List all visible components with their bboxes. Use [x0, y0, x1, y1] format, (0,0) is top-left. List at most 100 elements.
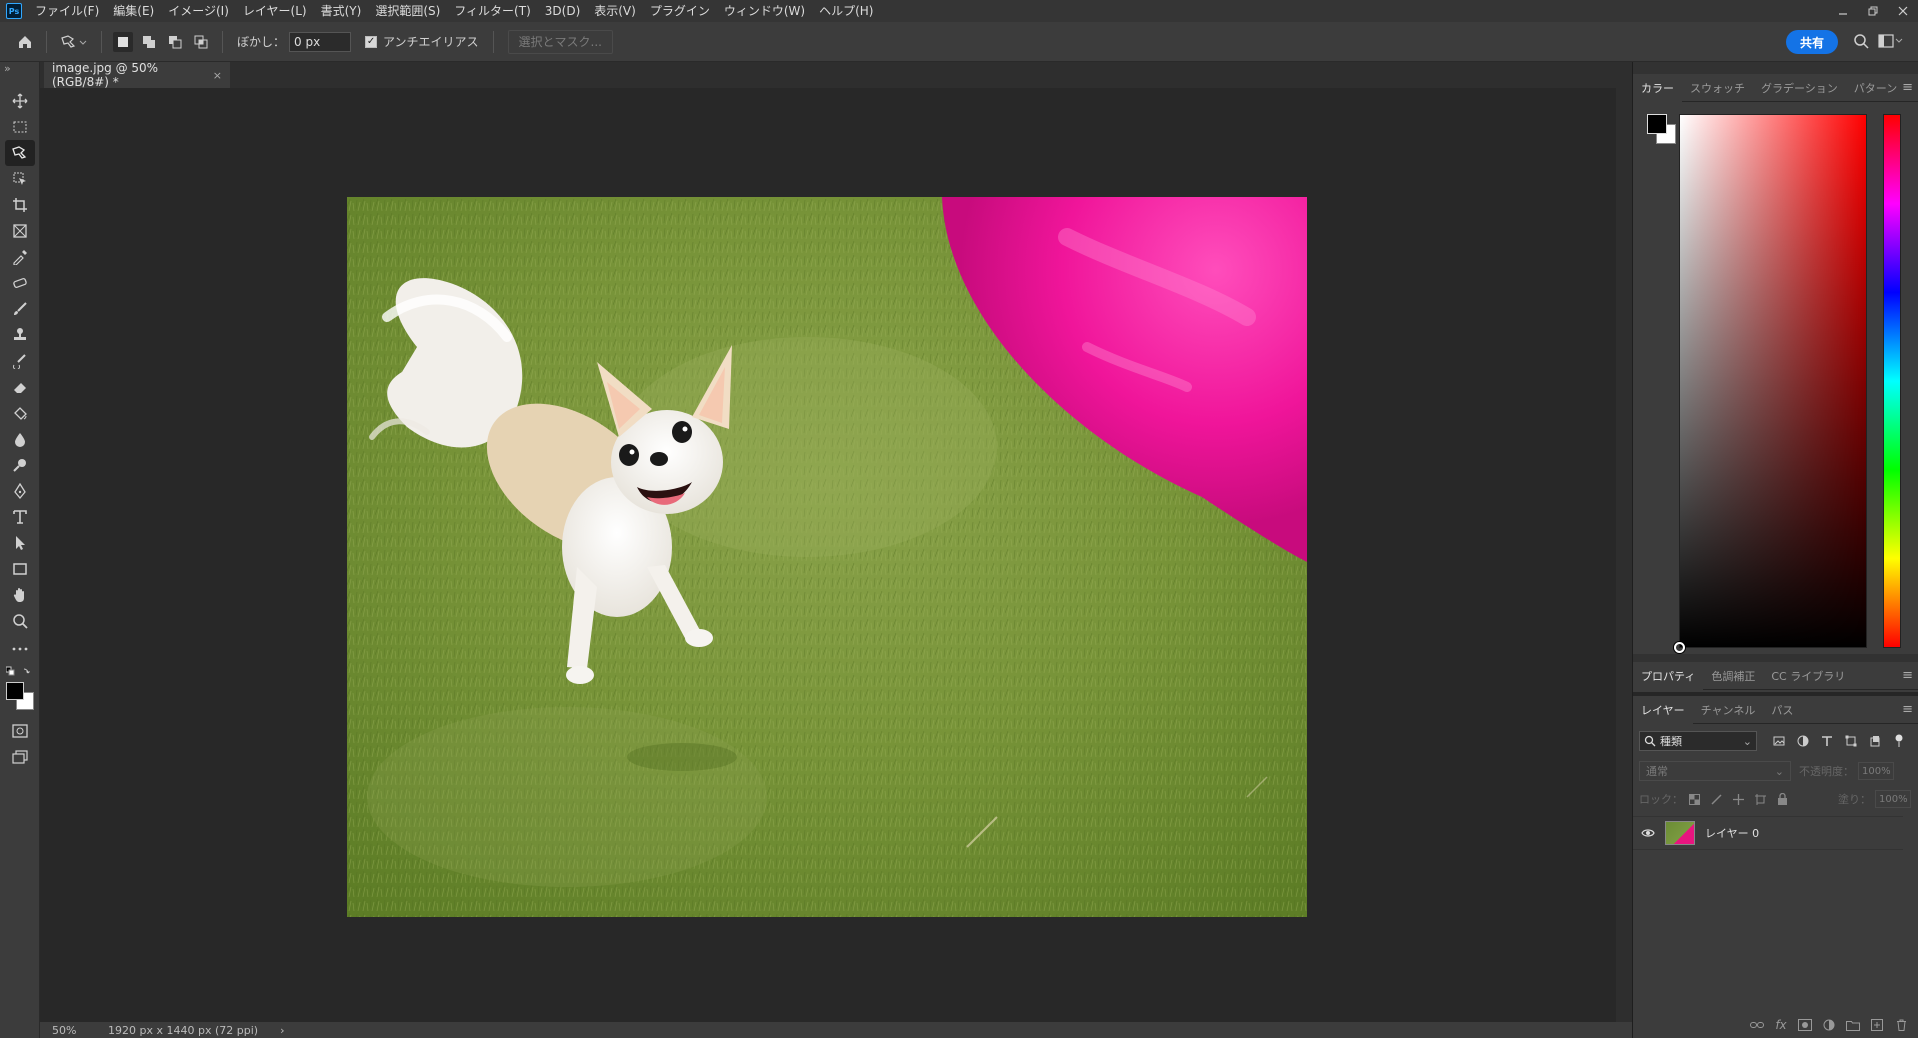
- antialias-checkbox[interactable]: ✓: [365, 35, 378, 48]
- pixel-filter-icon[interactable]: [1767, 731, 1791, 751]
- lock-image-pixels-icon[interactable]: [1705, 790, 1727, 808]
- layer-row[interactable]: レイヤー 0: [1633, 816, 1903, 850]
- history-brush-tool-icon[interactable]: [5, 348, 35, 374]
- lock-position-icon[interactable]: [1727, 790, 1749, 808]
- menu-view[interactable]: 表示(V): [587, 0, 643, 22]
- close-window-button[interactable]: [1888, 0, 1918, 22]
- toolbox-collapse-icon[interactable]: »: [4, 62, 11, 75]
- share-button[interactable]: 共有: [1785, 30, 1838, 54]
- link-layers-icon[interactable]: [1745, 1014, 1769, 1036]
- frame-tool-icon[interactable]: [5, 218, 35, 244]
- tab-swatches[interactable]: スウォッチ: [1682, 74, 1753, 102]
- tab-cc-libraries[interactable]: CC ライブラリ: [1763, 662, 1853, 690]
- menu-file[interactable]: ファイル(F): [28, 0, 106, 22]
- menu-window[interactable]: ウィンドウ(W): [717, 0, 812, 22]
- tab-layers[interactable]: レイヤー: [1633, 695, 1693, 724]
- add-to-selection-icon[interactable]: [139, 32, 159, 52]
- eyedropper-tool-icon[interactable]: [5, 244, 35, 270]
- menu-edit[interactable]: 編集(E): [106, 0, 161, 22]
- menu-filter[interactable]: フィルター(T): [447, 0, 537, 22]
- tab-paths[interactable]: パス: [1763, 696, 1801, 724]
- new-selection-icon[interactable]: [113, 31, 133, 52]
- lasso-tool-preset-icon[interactable]: [55, 29, 93, 55]
- add-mask-icon[interactable]: [1793, 1014, 1817, 1036]
- new-layer-icon[interactable]: [1865, 1014, 1889, 1036]
- blur-tool-icon[interactable]: [5, 426, 35, 452]
- move-tool-icon[interactable]: [5, 88, 35, 114]
- color-picker-field[interactable]: [1674, 114, 1867, 653]
- lock-transparent-pixels-icon[interactable]: [1683, 790, 1705, 808]
- color-panel-menu-icon[interactable]: ≡: [1902, 80, 1913, 95]
- type-filter-icon[interactable]: [1815, 731, 1839, 751]
- crop-tool-icon[interactable]: [5, 192, 35, 218]
- lock-artboard-icon[interactable]: [1749, 790, 1771, 808]
- menu-type[interactable]: 書式(Y): [314, 0, 369, 22]
- canvas-area[interactable]: [40, 88, 1616, 1022]
- rectangle-tool-icon[interactable]: [5, 556, 35, 582]
- tab-color[interactable]: カラー: [1633, 73, 1682, 102]
- brush-tool-icon[interactable]: [5, 296, 35, 322]
- healing-brush-tool-icon[interactable]: [5, 270, 35, 296]
- type-tool-icon[interactable]: [5, 504, 35, 530]
- properties-panel-menu-icon[interactable]: ≡: [1902, 668, 1913, 683]
- paint-bucket-tool-icon[interactable]: [5, 400, 35, 426]
- menu-select[interactable]: 選択範囲(S): [368, 0, 447, 22]
- workspace-icon[interactable]: [1876, 28, 1906, 54]
- menu-plugins[interactable]: プラグイン: [643, 0, 717, 22]
- document-image[interactable]: [347, 197, 1307, 917]
- status-menu-arrow[interactable]: ›: [280, 1024, 284, 1037]
- foreground-color[interactable]: [1647, 114, 1667, 134]
- layer-effects-icon[interactable]: fx: [1769, 1014, 1793, 1036]
- menu-3d[interactable]: 3D(D): [538, 0, 587, 22]
- hue-slider[interactable]: [1883, 114, 1901, 648]
- adjustment-layer-icon[interactable]: [1817, 1014, 1841, 1036]
- more-tools-icon[interactable]: [5, 636, 35, 662]
- intersect-selection-icon[interactable]: [191, 32, 211, 52]
- adjustment-filter-icon[interactable]: [1791, 731, 1815, 751]
- tab-adjustments[interactable]: 色調補正: [1703, 662, 1763, 690]
- foreground-background-swatch[interactable]: [6, 682, 36, 712]
- vertical-scrollbar[interactable]: [1616, 88, 1632, 1022]
- clone-stamp-tool-icon[interactable]: [5, 322, 35, 348]
- home-icon[interactable]: [12, 29, 38, 55]
- object-selection-tool-icon[interactable]: [5, 166, 35, 192]
- new-group-icon[interactable]: [1841, 1014, 1865, 1036]
- tab-gradients[interactable]: グラデーション: [1753, 74, 1846, 102]
- search-icon[interactable]: [1848, 28, 1874, 54]
- color-picker-cursor[interactable]: [1674, 642, 1685, 653]
- quick-mask-icon[interactable]: [5, 718, 35, 744]
- shape-filter-icon[interactable]: [1839, 731, 1863, 751]
- close-document-icon[interactable]: ×: [213, 69, 222, 82]
- dodge-tool-icon[interactable]: [5, 452, 35, 478]
- opacity-input[interactable]: 100%: [1858, 762, 1894, 780]
- smart-object-filter-icon[interactable]: [1863, 731, 1887, 751]
- hand-tool-icon[interactable]: [5, 582, 35, 608]
- blend-mode-select[interactable]: 通常 ⌄: [1639, 761, 1791, 781]
- pen-tool-icon[interactable]: [5, 478, 35, 504]
- lasso-tool-icon[interactable]: [5, 140, 35, 166]
- delete-layer-icon[interactable]: [1889, 1014, 1913, 1036]
- menu-image[interactable]: イメージ(I): [161, 0, 236, 22]
- eye-icon[interactable]: [1637, 828, 1659, 838]
- screen-mode-icon[interactable]: [5, 744, 35, 770]
- eraser-tool-icon[interactable]: [5, 374, 35, 400]
- feather-input[interactable]: [289, 31, 352, 52]
- default-colors-icon[interactable]: [5, 666, 34, 678]
- tab-properties[interactable]: プロパティ: [1633, 661, 1704, 690]
- tab-channels[interactable]: チャンネル: [1693, 696, 1764, 724]
- color-panel-swatches[interactable]: [1647, 114, 1677, 146]
- path-selection-tool-icon[interactable]: [5, 530, 35, 556]
- select-and-mask-button[interactable]: 選択とマスク...: [507, 29, 613, 54]
- layers-panel-menu-icon[interactable]: ≡: [1902, 702, 1913, 717]
- subtract-from-selection-icon[interactable]: [165, 32, 185, 52]
- lock-all-icon[interactable]: [1771, 790, 1793, 808]
- layer-kind-filter[interactable]: 種類 ⌄: [1639, 731, 1757, 751]
- menu-help[interactable]: ヘルプ(H): [812, 0, 880, 22]
- zoom-tool-icon[interactable]: [5, 608, 35, 634]
- zoom-level[interactable]: 50%: [52, 1024, 90, 1037]
- filter-toggle-icon[interactable]: [1887, 731, 1911, 751]
- restore-button[interactable]: [1858, 0, 1888, 22]
- document-tab[interactable]: image.jpg @ 50% (RGB/8#) * ×: [44, 61, 230, 89]
- tab-patterns[interactable]: パターン: [1846, 74, 1905, 102]
- minimize-button[interactable]: [1828, 0, 1858, 22]
